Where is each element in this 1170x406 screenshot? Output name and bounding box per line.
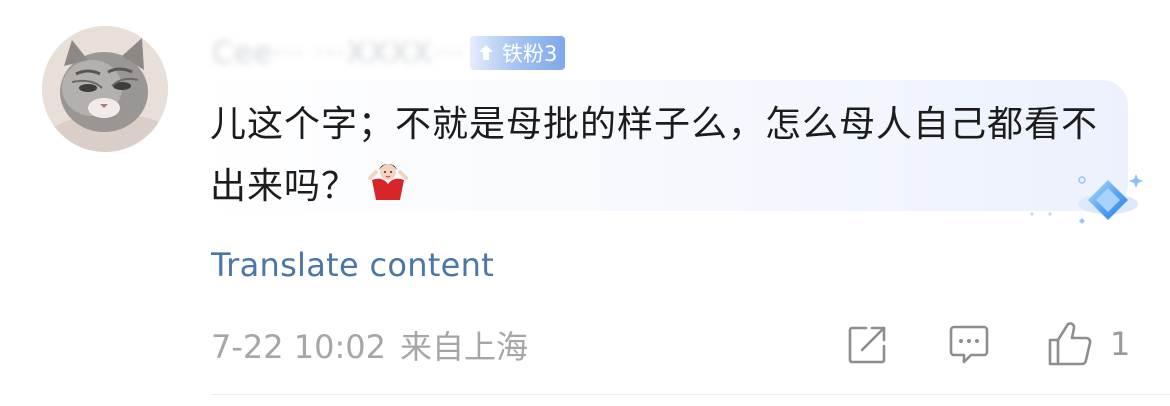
cat-avatar-icon — [42, 26, 168, 152]
comment-icon — [949, 325, 989, 364]
fan-level-icon — [479, 45, 493, 60]
timestamp: 7-22 10:02 — [211, 328, 387, 366]
avatar[interactable] — [42, 26, 168, 152]
diamond-decoration-icon — [1030, 174, 1143, 224]
share-button[interactable] — [846, 322, 890, 366]
comment-meta: 7-22 10:02 来自上海 — [211, 322, 528, 368]
comment-item: Cee··· ···XXXX··· 铁粉3 儿这个字；不就是母批的样子么，怎么母… — [0, 0, 1170, 406]
fan-badge-label: 铁粉3 — [502, 42, 558, 66]
share-icon — [848, 326, 886, 364]
location: 来自上海 — [400, 328, 529, 366]
divider — [211, 394, 1170, 395]
like-count: 1 — [1110, 325, 1131, 363]
like-button[interactable]: 1 — [1046, 322, 1130, 366]
translate-link[interactable]: Translate content — [211, 246, 494, 284]
reply-button[interactable] — [947, 322, 991, 366]
username[interactable]: Cee··· ···XXXX··· — [212, 36, 470, 71]
username-row: Cee··· ···XXXX··· 铁粉3 — [212, 36, 566, 71]
fan-badge[interactable]: 铁粉3 — [470, 36, 566, 70]
girl-emoji-icon — [368, 164, 409, 200]
comment-body: 儿这个字；不就是母批的样子么，怎么母人自己都看不出来吗？ — [210, 94, 1110, 218]
thumbs-up-icon — [1048, 322, 1092, 366]
comment-text: 儿这个字；不就是母批的样子么，怎么母人自己都看不出来吗？ — [210, 104, 1099, 207]
